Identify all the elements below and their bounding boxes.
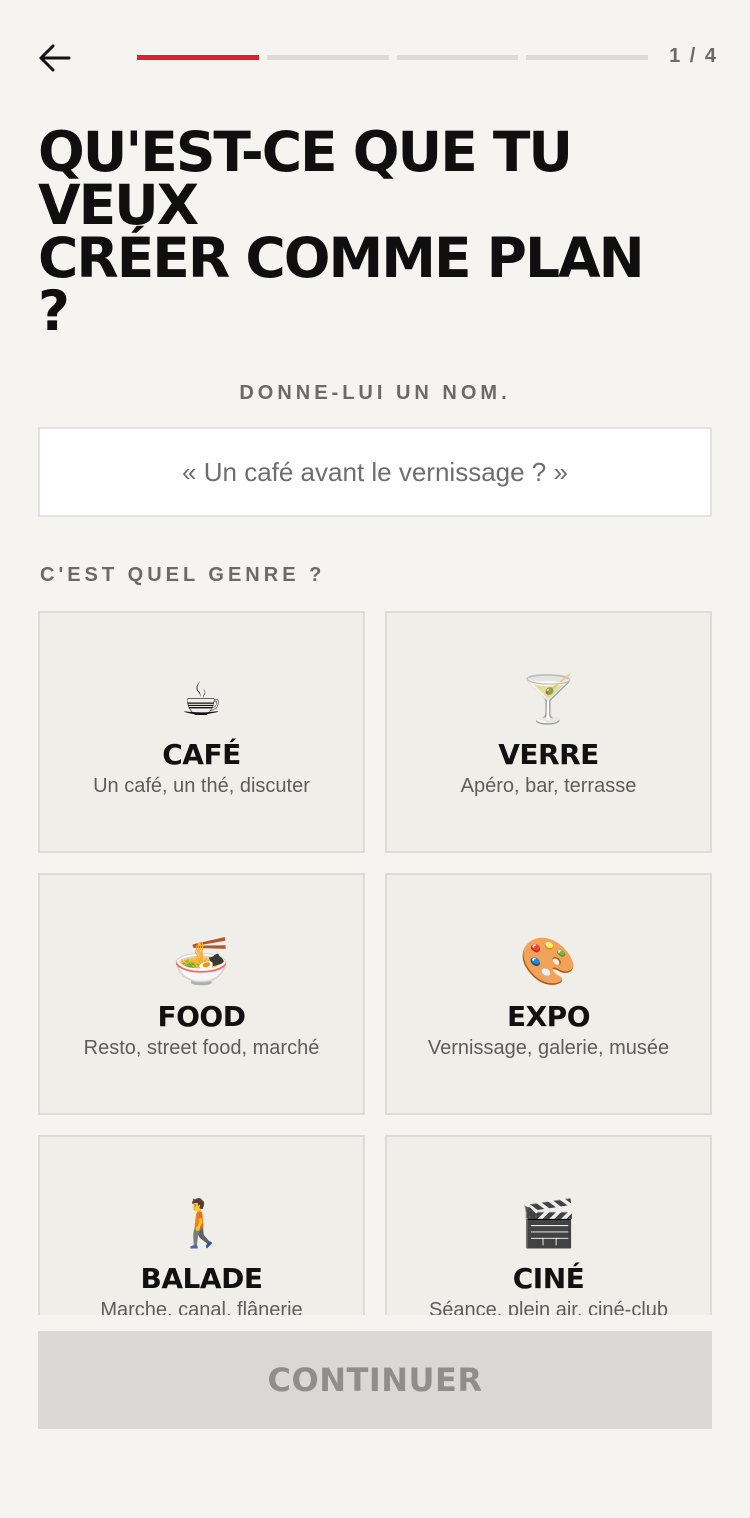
genre-card-verre[interactable]: 🍸 VERRE Apéro, bar, terrasse <box>385 611 712 853</box>
genre-card-title: CAFÉ <box>162 738 241 771</box>
genre-card-description: Marche, canal, flânerie <box>100 1299 303 1315</box>
walking-person-icon: 🚶 <box>172 1196 231 1250</box>
plan-name-input[interactable] <box>38 427 712 517</box>
genre-card-title: VERRE <box>498 738 599 771</box>
progress-segment-1 <box>137 55 259 60</box>
cocktail-icon: 🍸 <box>519 672 578 726</box>
palette-icon: 🎨 <box>519 934 578 988</box>
genre-card-title: CINÉ <box>512 1262 585 1295</box>
noodles-icon: 🍜 <box>172 934 231 988</box>
progress-segment-3 <box>396 55 519 60</box>
genre-card-expo[interactable]: 🎨 EXPO Vernissage, galerie, musée <box>385 873 712 1115</box>
coffee-icon: ☕ <box>180 672 223 726</box>
genre-card-title: BALADE <box>140 1262 263 1295</box>
genre-card-description: Resto, street food, marché <box>83 1037 320 1059</box>
progress-segment-2 <box>266 55 389 60</box>
continue-button[interactable]: CONTINUER <box>38 1331 712 1429</box>
genre-card-title: FOOD <box>157 1000 246 1033</box>
clapperboard-icon: 🎬 <box>519 1196 578 1250</box>
genre-card-description: Vernissage, galerie, musée <box>427 1037 670 1059</box>
genre-card-food[interactable]: 🍜 FOOD Resto, street food, marché <box>38 873 365 1115</box>
genre-card-cine[interactable]: 🎬 CINÉ Séance, plein air, ciné-club <box>385 1135 712 1315</box>
genre-card-description: Apéro, bar, terrasse <box>460 775 637 797</box>
arrow-left-icon <box>39 44 71 72</box>
genre-section-label: C'EST QUEL GENRE ? <box>40 564 326 586</box>
page-title: QU'EST-CE QUE TU VEUX CRÉER COMME PLAN ? <box>38 120 645 343</box>
genre-grid-scroll[interactable]: ☕ CAFÉ Un café, un thé, discuter 🍸 VERRE… <box>38 611 712 1315</box>
genre-card-cafe[interactable]: ☕ CAFÉ Un café, un thé, discuter <box>38 611 365 853</box>
genre-card-balade[interactable]: 🚶 BALADE Marche, canal, flânerie <box>38 1135 365 1315</box>
step-counter: 1 / 4 <box>669 45 718 67</box>
genre-card-description: Un café, un thé, discuter <box>93 775 310 797</box>
back-button[interactable] <box>34 38 74 78</box>
progress-bar <box>137 55 648 61</box>
progress-segment-4 <box>526 55 648 60</box>
name-section-label: DONNE-LUI UN NOM. <box>239 382 511 404</box>
genre-grid: ☕ CAFÉ Un café, un thé, discuter 🍸 VERRE… <box>38 611 712 1315</box>
genre-card-description: Séance, plein air, ciné-club <box>428 1299 669 1315</box>
genre-card-title: EXPO <box>506 1000 591 1033</box>
